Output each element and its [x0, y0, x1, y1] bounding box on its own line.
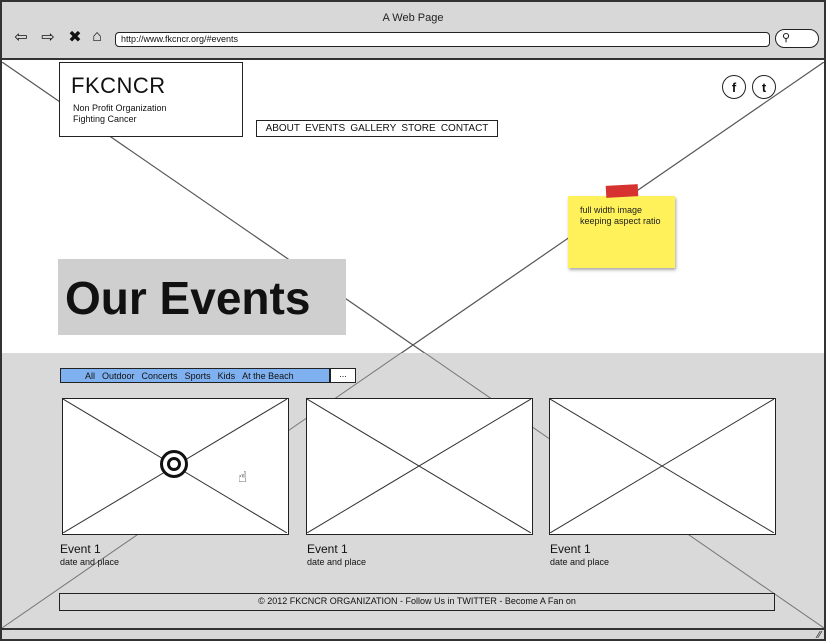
sticky-note-line-2: keeping aspect ratio	[580, 216, 661, 226]
tagline-line-1: Non Profit Organization	[73, 103, 167, 113]
filter-at-the-beach[interactable]: At the Beach	[242, 371, 294, 381]
status-bar: ⁄⁄	[2, 628, 824, 639]
filter-concerts[interactable]: Concerts	[142, 371, 178, 381]
event-title-1[interactable]: Event 1	[60, 542, 101, 556]
sticky-note-text: full width image keeping aspect ratio	[580, 205, 661, 227]
site-title: FKCNCR	[71, 73, 166, 98]
filter-all[interactable]: All	[85, 371, 95, 381]
search-icon: ⚲	[782, 32, 791, 44]
page-content: FKCNCR Non Profit Organization Fighting …	[2, 62, 824, 628]
filter-outdoor[interactable]: Outdoor	[102, 371, 135, 381]
event-image-3[interactable]	[549, 398, 776, 535]
loading-spinner-icon	[160, 450, 188, 478]
event-subtitle-3: date and place	[550, 557, 610, 567]
address-bar[interactable]: http://www.fkcncr.org/#events	[115, 32, 770, 47]
nav-contact[interactable]: CONTACT	[441, 123, 489, 134]
forward-arrow-icon[interactable]: ⇨	[38, 28, 58, 46]
browser-toolbar: A Web Page ⇦ ⇨ ✖ ⌂ http://www.fkcncr.org…	[2, 2, 824, 60]
nav-store[interactable]: STORE	[401, 123, 435, 134]
nav-events[interactable]: EVENTS	[305, 123, 345, 134]
logo-box[interactable]: FKCNCR Non Profit Organization Fighting …	[59, 62, 243, 137]
browser-window: A Web Page ⇦ ⇨ ✖ ⌂ http://www.fkcncr.org…	[0, 0, 826, 641]
event-title-2[interactable]: Event 1	[307, 542, 348, 556]
event-subtitle-1: date and place	[60, 557, 120, 567]
search-button[interactable]: ⚲	[775, 29, 819, 48]
site-tagline: Non Profit Organization Fighting Cancer	[73, 103, 167, 125]
filter-kids[interactable]: Kids	[218, 371, 236, 381]
filter-sports[interactable]: Sports	[185, 371, 211, 381]
window-title: A Web Page	[382, 12, 444, 24]
stop-icon[interactable]: ✖	[65, 28, 85, 46]
event-subtitle-2: date and place	[307, 557, 367, 567]
image-placeholder-cross	[550, 399, 774, 533]
sticky-note: full width image keeping aspect ratio	[568, 196, 675, 268]
main-nav: ABOUT EVENTS GALLERY STORE CONTACT	[256, 120, 498, 137]
footer: © 2012 FKCNCR ORGANIZATION - Follow Us i…	[59, 593, 775, 611]
back-arrow-icon[interactable]: ⇦	[11, 28, 31, 46]
nav-gallery[interactable]: GALLERY	[350, 123, 396, 134]
filter-more-button[interactable]: ...	[330, 368, 356, 383]
event-image-2[interactable]	[306, 398, 533, 535]
page-heading: Our Events	[65, 272, 311, 324]
tagline-line-2: Fighting Cancer	[73, 114, 137, 124]
image-placeholder-cross	[307, 399, 531, 533]
category-filter-bar: All Outdoor Concerts Sports Kids At the …	[60, 368, 330, 383]
sticky-tape	[605, 184, 639, 198]
nav-about[interactable]: ABOUT	[266, 123, 300, 134]
resize-grip-icon[interactable]: ⁄⁄	[818, 630, 821, 639]
facebook-icon[interactable]: f	[722, 75, 746, 99]
event-title-3[interactable]: Event 1	[550, 542, 591, 556]
home-icon[interactable]: ⌂	[87, 28, 107, 46]
hand-cursor-icon: ☝	[238, 469, 248, 486]
sticky-note-line-1: full width image	[580, 205, 643, 215]
twitter-icon[interactable]: t	[752, 75, 776, 99]
